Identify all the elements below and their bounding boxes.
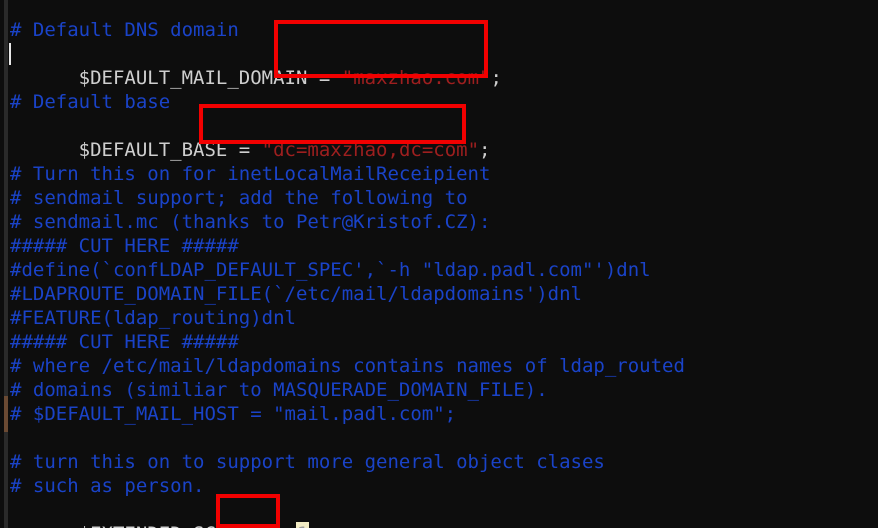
value-default-base: "dc=maxzhao,dc=com" [261, 139, 480, 161]
code-line-comment-default-base: # Default base [10, 91, 171, 113]
text-caret [9, 43, 11, 65]
code-line-define-confldap-default-spec: #define(`confLDAP_DEFAULT_SPEC',`-h "lda… [10, 259, 651, 281]
var-default-mail-domain: $DEFAULT_MAIL_DOMAIN = [78, 67, 342, 89]
terminal-window[interactable]: # Default DNS domain $DEFAULT_MAIL_DOMAI… [0, 0, 878, 528]
semicolon-default-base: ; [479, 139, 491, 161]
code-line-comment-sendmail-support: # sendmail support; add the following to [10, 187, 468, 209]
code-line-comment-default-mail-host: # $DEFAULT_MAIL_HOST = "mail.padl.com"; [10, 403, 457, 425]
code-line-comment-sendmail-mc: # sendmail.mc (thanks to Petr@Kristof.CZ… [10, 211, 491, 233]
code-line-comment-turn-on-inetlocalmail: # Turn this on for inetLocalMailReceipie… [10, 163, 491, 185]
code-line-comment-turn-on-general-object: # turn this on to support more general o… [10, 451, 605, 473]
var-default-base: $DEFAULT_BASE = [78, 139, 262, 161]
code-line-default-mail-domain: $DEFAULT_MAIL_DOMAIN = "maxzhao.com"; [10, 42, 502, 89]
code-line-cut-here-bottom: ##### CUT HERE ##### [10, 331, 239, 353]
code-line-default-base: $DEFAULT_BASE = "dc=maxzhao,dc=com"; [10, 114, 491, 161]
code-line-ldaproute-domain-file: #LDAPROUTE_DOMAIN_FILE(`/etc/mail/ldapdo… [10, 283, 582, 305]
semicolon-default-mail-domain: ; [490, 67, 502, 89]
var-extended-schema: $EXTENDED_SCHEMA [79, 523, 273, 528]
code-line-comment-where-ldapdomains: # where /etc/mail/ldapdomains contains n… [10, 355, 685, 377]
code-line-feature-ldap-routing: #FEATURE(ldap_routing)dnl [10, 307, 296, 329]
code-line-comment-default-dns-domain: # Default DNS domain [10, 19, 239, 41]
code-line-comment-such-as-person: # such as person. [10, 475, 205, 497]
code-line-extended-schema: $EXTENDED_SCHEMA = 1; [10, 498, 321, 528]
block-cursor-extended-schema-value: 1 [296, 522, 310, 528]
assign-extended-schema: = [273, 523, 296, 528]
code-editor-area[interactable]: # Default DNS domain $DEFAULT_MAIL_DOMAI… [0, 0, 878, 528]
semicolon-extended-schema: ; [309, 523, 320, 528]
value-default-mail-domain: "maxzhao.com" [341, 67, 491, 89]
code-line-cut-here-top: ##### CUT HERE ##### [10, 235, 239, 257]
code-line-comment-domains-similiar: # domains (similiar to MASQUERADE_DOMAIN… [10, 379, 548, 401]
